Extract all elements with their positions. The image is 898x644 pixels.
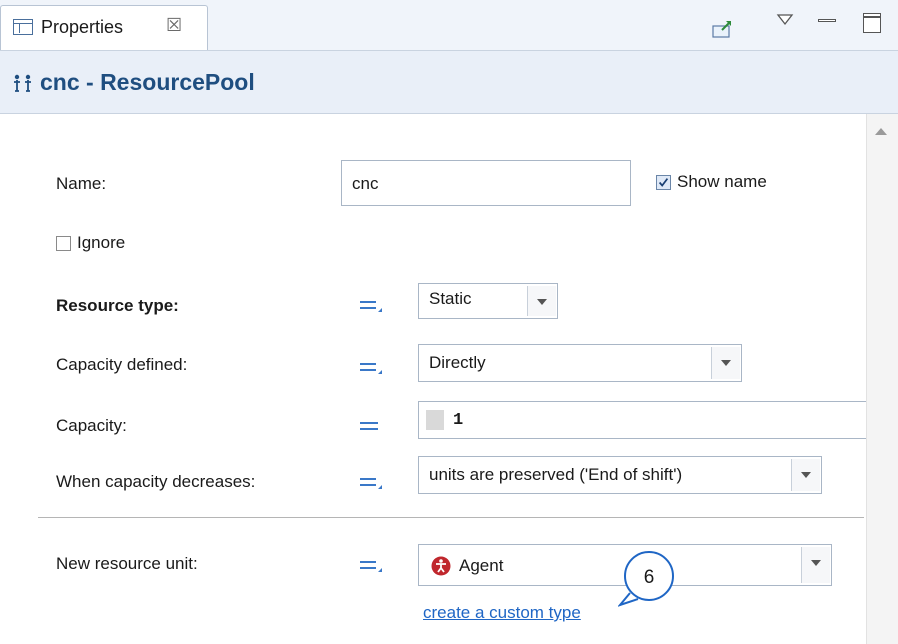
view-tab-strip: Properties ☒ [0, 0, 898, 51]
field-marker [426, 410, 444, 430]
capacity-label: Capacity: [56, 416, 127, 435]
callout-badge: 6 [618, 551, 674, 607]
chevron-down-icon[interactable] [801, 547, 830, 583]
new-resource-unit-label: New resource unit: [56, 554, 198, 573]
chevron-down-icon[interactable] [527, 286, 556, 316]
maximize-icon[interactable] [863, 13, 881, 33]
name-label: Name: [56, 174, 107, 193]
vertical-scrollbar[interactable] [866, 114, 898, 644]
scroll-up-arrow-icon[interactable] [875, 128, 887, 135]
view-menu-icon[interactable] [776, 13, 794, 27]
page-title: cnc - ResourcePool [40, 69, 255, 95]
ignore-label: Ignore [77, 233, 126, 252]
resource-type-select[interactable]: Static [418, 283, 558, 319]
close-icon[interactable]: ☒ [166, 15, 182, 36]
properties-view-icon [13, 19, 33, 35]
callout-number: 6 [644, 567, 655, 588]
checkmark-icon [658, 178, 669, 187]
minimize-icon[interactable] [818, 19, 836, 22]
capacity-decreases-value: units are preserved ('End of shift') [429, 465, 683, 484]
show-name-checkbox[interactable] [656, 175, 671, 190]
create-custom-type-link[interactable]: create a custom type [423, 603, 581, 623]
capacity-value: 1 [453, 411, 464, 430]
section-divider [38, 517, 864, 518]
properties-tab-label: Properties [41, 17, 124, 37]
resource-type-label: Resource type: [56, 296, 179, 315]
capacity-input[interactable]: 1 [418, 401, 866, 439]
chevron-down-icon[interactable] [791, 459, 820, 491]
dynamic-value-equals-icon[interactable] [360, 361, 382, 375]
resource-pool-icon [14, 74, 31, 92]
new-resource-unit-value: Agent [459, 556, 504, 575]
resource-type-value: Static [429, 289, 472, 308]
dynamic-value-equals-icon[interactable] [360, 476, 382, 490]
chevron-down-icon[interactable] [711, 347, 740, 379]
capacity-decreases-select[interactable]: units are preserved ('End of shift') [418, 456, 822, 494]
dynamic-value-equals-icon[interactable] [360, 299, 382, 313]
agent-icon [431, 556, 451, 576]
show-name-label: Show name [677, 172, 767, 191]
capacity-defined-select[interactable]: Directly [418, 344, 742, 382]
name-input-value: cnc [352, 174, 379, 193]
name-input[interactable]: cnc [341, 160, 631, 206]
capacity-defined-value: Directly [429, 353, 486, 372]
properties-tab[interactable]: Properties ☒ [0, 5, 208, 50]
dynamic-value-equals-icon[interactable] [360, 559, 382, 573]
capacity-defined-label: Capacity defined: [56, 355, 188, 374]
ignore-checkbox[interactable] [56, 236, 71, 251]
equals-icon [360, 422, 378, 430]
pin-view-icon[interactable] [712, 20, 732, 38]
properties-header: cnc - ResourcePool [0, 51, 898, 114]
capacity-decreases-label: When capacity decreases: [56, 472, 256, 491]
